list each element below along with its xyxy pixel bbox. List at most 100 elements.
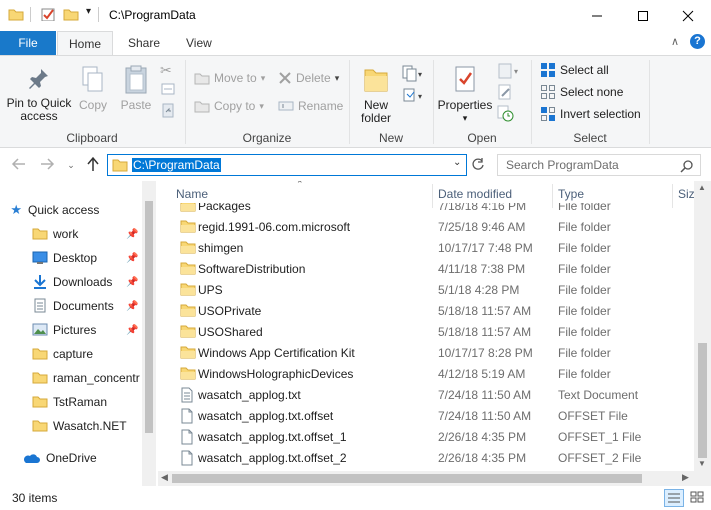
file-row[interactable]: wasatch_applog.txt.offset_1 2/26/18 4:35 …	[174, 426, 684, 447]
file-row[interactable]: wasatch_applog.txt.offset_2 2/26/18 4:35 …	[174, 447, 684, 468]
pin-icon[interactable]: 📌	[126, 301, 138, 312]
new-folder-icon[interactable]	[63, 7, 79, 21]
file-row[interactable]: wasatch_applog.txt.offset 7/24/18 11:50 A…	[174, 405, 684, 426]
file-name: regid.1991-06.com.microsoft	[198, 219, 351, 234]
file-row[interactable]: wasatch_applog.txt 7/24/18 11:50 AM Text D…	[174, 384, 684, 405]
select-all-button[interactable]: Select all	[540, 60, 609, 80]
easy-access-icon[interactable]: ▾	[401, 86, 427, 108]
address-bar[interactable]: C:\ProgramData ⌄	[107, 154, 467, 176]
navigation-row: ⌄ C:\ProgramData ⌄ Search ProgramData	[0, 149, 711, 181]
cut-icon[interactable]: ✂	[160, 62, 178, 82]
column-header-type[interactable]: Type	[558, 187, 584, 201]
select-all-label: Select all	[560, 63, 609, 77]
delete-button[interactable]: Delete ▾	[278, 68, 339, 88]
title-bar: ▾ C:\ProgramData	[0, 0, 711, 31]
copy-to-button[interactable]: Copy to ▾	[194, 96, 264, 116]
folder-icon	[180, 346, 196, 359]
file-row[interactable]: Windows App Certification Kit 10/17/17 8:…	[174, 342, 684, 363]
collapse-ribbon-icon[interactable]: ∧	[671, 35, 679, 48]
edit-icon[interactable]	[496, 83, 524, 104]
maximize-button[interactable]	[620, 0, 666, 31]
copy-button[interactable]: Copy	[76, 64, 110, 112]
file-type: File folder	[558, 345, 611, 360]
svg-text:▾: ▾	[418, 70, 422, 79]
file-icon	[181, 450, 193, 466]
search-icon[interactable]	[680, 159, 694, 173]
large-icons-view-button[interactable]	[688, 489, 708, 507]
file-row[interactable]: USOShared 5/18/18 11:57 AM File folder	[174, 321, 684, 342]
file-row[interactable]: SoftwareDistribution 4/11/18 7:38 PM File …	[174, 258, 684, 279]
history-icon[interactable]	[496, 104, 524, 125]
window-title: C:\ProgramData	[109, 8, 196, 22]
nav-item[interactable]: Desktop 📌	[0, 246, 142, 270]
invert-selection-button[interactable]: Invert selection	[540, 104, 641, 124]
nav-item-label: TstRaman	[53, 395, 108, 409]
search-box[interactable]: Search ProgramData	[497, 154, 701, 176]
nav-item-label: Pictures	[53, 323, 97, 337]
nav-item[interactable]: Wasatch.NET	[0, 414, 142, 438]
horizontal-scrollbar-thumb[interactable]	[172, 474, 642, 483]
nav-onedrive[interactable]: OneDrive	[0, 446, 142, 470]
properties-button[interactable]: Properties ▾	[437, 64, 493, 125]
recent-locations-icon[interactable]: ⌄	[62, 156, 80, 174]
forward-button[interactable]	[38, 156, 56, 174]
pin-icon[interactable]: 📌	[126, 229, 138, 240]
vertical-scrollbar-thumb[interactable]	[698, 343, 707, 458]
minimize-button[interactable]	[574, 0, 620, 31]
nav-item[interactable]: TstRaman	[0, 390, 142, 414]
copy-path-icon[interactable]	[160, 82, 178, 102]
back-button[interactable]	[10, 156, 28, 174]
column-header-date-modified[interactable]: Date modified	[438, 187, 512, 201]
nav-item[interactable]: Downloads 📌	[0, 270, 142, 294]
pin-icon[interactable]: 📌	[126, 277, 138, 288]
scroll-right-icon[interactable]: ▶	[682, 472, 689, 483]
pin-to-quick-access-button[interactable]: Pin to Quick access	[4, 66, 74, 123]
address-path[interactable]: C:\ProgramData	[132, 158, 221, 172]
copy-icon	[82, 66, 103, 92]
close-button[interactable]	[665, 0, 711, 31]
nav-item[interactable]: Documents 📌	[0, 294, 142, 318]
ribbon: Pin to Quick access Copy Paste ✂ Clipboa…	[0, 55, 711, 148]
file-row[interactable]: shimgen 10/17/17 7:48 PM File folder	[174, 237, 684, 258]
file-row[interactable]: USOPrivate 5/18/18 11:57 AM File folder	[174, 300, 684, 321]
tab-file[interactable]: File	[0, 31, 56, 55]
new-group-label: New	[378, 131, 403, 145]
scroll-left-icon[interactable]: ◀	[161, 472, 168, 483]
nav-item[interactable]: raman_concentr	[0, 366, 142, 390]
file-row[interactable]: regid.1991-06.com.microsoft 7/25/18 9:46 …	[174, 216, 684, 237]
file-row[interactable]: Packages 7/18/18 4:16 PM File folder	[174, 203, 684, 216]
search-input[interactable]: Search ProgramData	[506, 158, 619, 172]
open-icon[interactable]: ▾	[496, 62, 524, 83]
tab-home[interactable]: Home	[57, 31, 113, 56]
pin-icon[interactable]: 📌	[126, 253, 138, 264]
chevron-down-icon: ▾	[259, 101, 264, 111]
address-dropdown-icon[interactable]: ⌄	[453, 157, 461, 168]
nav-scrollbar-thumb[interactable]	[145, 201, 153, 433]
tab-view[interactable]: View	[176, 31, 222, 55]
details-view-button[interactable]	[664, 489, 684, 507]
nav-quick-access[interactable]: ★ Quick access	[0, 198, 142, 222]
qa-customize-icon[interactable]: ▾	[86, 6, 91, 17]
select-none-button[interactable]: Select none	[540, 82, 623, 102]
nav-item[interactable]: work 📌	[0, 222, 142, 246]
scroll-up-icon[interactable]: ▲	[698, 183, 706, 192]
file-row[interactable]: WindowsHolographicDevices 4/12/18 5:19 AM…	[174, 363, 684, 384]
properties-check-icon[interactable]	[40, 7, 56, 21]
nav-item[interactable]: Pictures 📌	[0, 318, 142, 342]
file-row[interactable]: UPS 5/1/18 4:28 PM File folder	[174, 279, 684, 300]
rename-button[interactable]: Rename	[278, 96, 343, 116]
tab-share[interactable]: Share	[118, 31, 170, 55]
nav-item[interactable]: capture	[0, 342, 142, 366]
new-item-icon[interactable]: ▾	[401, 64, 427, 86]
help-icon[interactable]: ?	[690, 34, 705, 49]
refresh-button[interactable]	[471, 157, 485, 171]
paste-button[interactable]: Paste	[116, 64, 156, 112]
new-folder-button[interactable]: New folder	[354, 64, 398, 125]
paste-shortcut-icon[interactable]	[160, 102, 178, 122]
up-button[interactable]	[84, 156, 102, 174]
pin-icon[interactable]: 📌	[126, 325, 138, 336]
column-header-name[interactable]: Name	[176, 187, 208, 201]
file-type: File folder	[558, 219, 611, 234]
move-to-button[interactable]: Move to ▾	[194, 68, 265, 88]
scroll-down-icon[interactable]: ▼	[698, 459, 706, 468]
